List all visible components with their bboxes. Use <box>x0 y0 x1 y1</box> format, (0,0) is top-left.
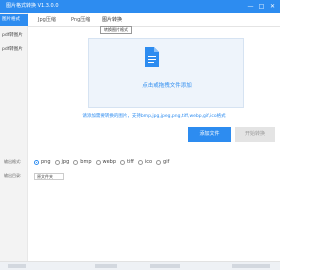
file-drop-zone[interactable]: 点击或拖拽文件添加 <box>88 38 244 108</box>
radio-button[interactable] <box>34 159 39 165</box>
add-file-button[interactable]: 添加文件 <box>188 127 231 142</box>
output-format-label: 输出格式: <box>4 159 22 164</box>
radio-label: bmp <box>80 159 92 165</box>
radio-label: png <box>41 159 51 165</box>
status-item <box>150 264 180 268</box>
radio-button[interactable] <box>54 159 60 165</box>
radio-label: jpg <box>61 159 70 165</box>
radio-label: gif <box>163 159 170 165</box>
output-dir-row: 输出目录: 原文件夹 <box>4 172 64 180</box>
tab-jpg-compress[interactable]: Jpg压缩 <box>38 13 56 27</box>
sidebar-item-pdf-to-image-2[interactable]: pdf转图片 <box>0 44 28 56</box>
radio-option-bmp[interactable]: bmp <box>73 159 92 165</box>
output-dir-select[interactable]: 原文件夹 <box>34 172 64 180</box>
radio-label: tiff <box>127 159 134 165</box>
radio-option-ico[interactable]: ico <box>137 159 153 165</box>
radio-button[interactable] <box>120 159 126 165</box>
drop-zone-text: 点击或拖拽文件添加 <box>142 83 192 89</box>
radio-button[interactable] <box>156 159 162 165</box>
radio-label: ico <box>144 159 153 165</box>
radio-option-tiff[interactable]: tiff <box>120 159 134 165</box>
radio-option-png[interactable]: png <box>34 159 51 165</box>
file-icon <box>145 47 159 67</box>
sidebar-item-pdf-to-image[interactable]: pdf转图片 <box>0 30 28 42</box>
tab-image-convert[interactable]: 图片转换 <box>102 13 123 27</box>
radio-option-gif[interactable]: gif <box>156 159 169 165</box>
radio-option-webp[interactable]: webp <box>95 159 117 165</box>
output-format-row: 输出格式: png jpg bmp webp tiff ico gif <box>4 158 173 166</box>
supported-formats-hint: 请添加需要转换的图片，支持bmp,jpg,jpeg,png,tiff,webp,… <box>82 114 226 119</box>
start-convert-button[interactable]: 开始转换 <box>235 127 275 142</box>
radio-button[interactable] <box>73 159 79 165</box>
radio-button[interactable] <box>137 159 143 165</box>
status-item <box>232 264 270 268</box>
radio-button[interactable] <box>95 159 101 165</box>
tab-bar: Jpg压缩 Png压缩 图片转换 <box>28 13 280 27</box>
minimize-icon[interactable]: — <box>247 3 254 11</box>
sidebar-item-image-format[interactable]: 图片格式 <box>0 14 28 26</box>
status-item <box>8 264 26 268</box>
radio-label: webp <box>102 159 117 165</box>
app-title: 图片格式转换 V1.3.0.0 <box>6 3 59 9</box>
window-controls: — □ ✕ <box>247 2 276 11</box>
close-icon[interactable]: ✕ <box>269 3 276 11</box>
sidebar: 图片格式 pdf转图片 pdf转图片 <box>0 13 28 261</box>
status-bar <box>0 261 280 270</box>
maximize-icon[interactable]: □ <box>258 3 265 11</box>
output-dir-label: 输出目录: <box>4 173 22 178</box>
radio-option-jpg[interactable]: jpg <box>54 159 70 165</box>
tab-png-compress[interactable]: Png压缩 <box>71 13 90 27</box>
status-item <box>95 264 117 268</box>
tab-tooltip: 转换图片格式 <box>100 26 132 34</box>
title-bar: 图片格式转换 V1.3.0.0 — □ ✕ <box>0 0 280 13</box>
